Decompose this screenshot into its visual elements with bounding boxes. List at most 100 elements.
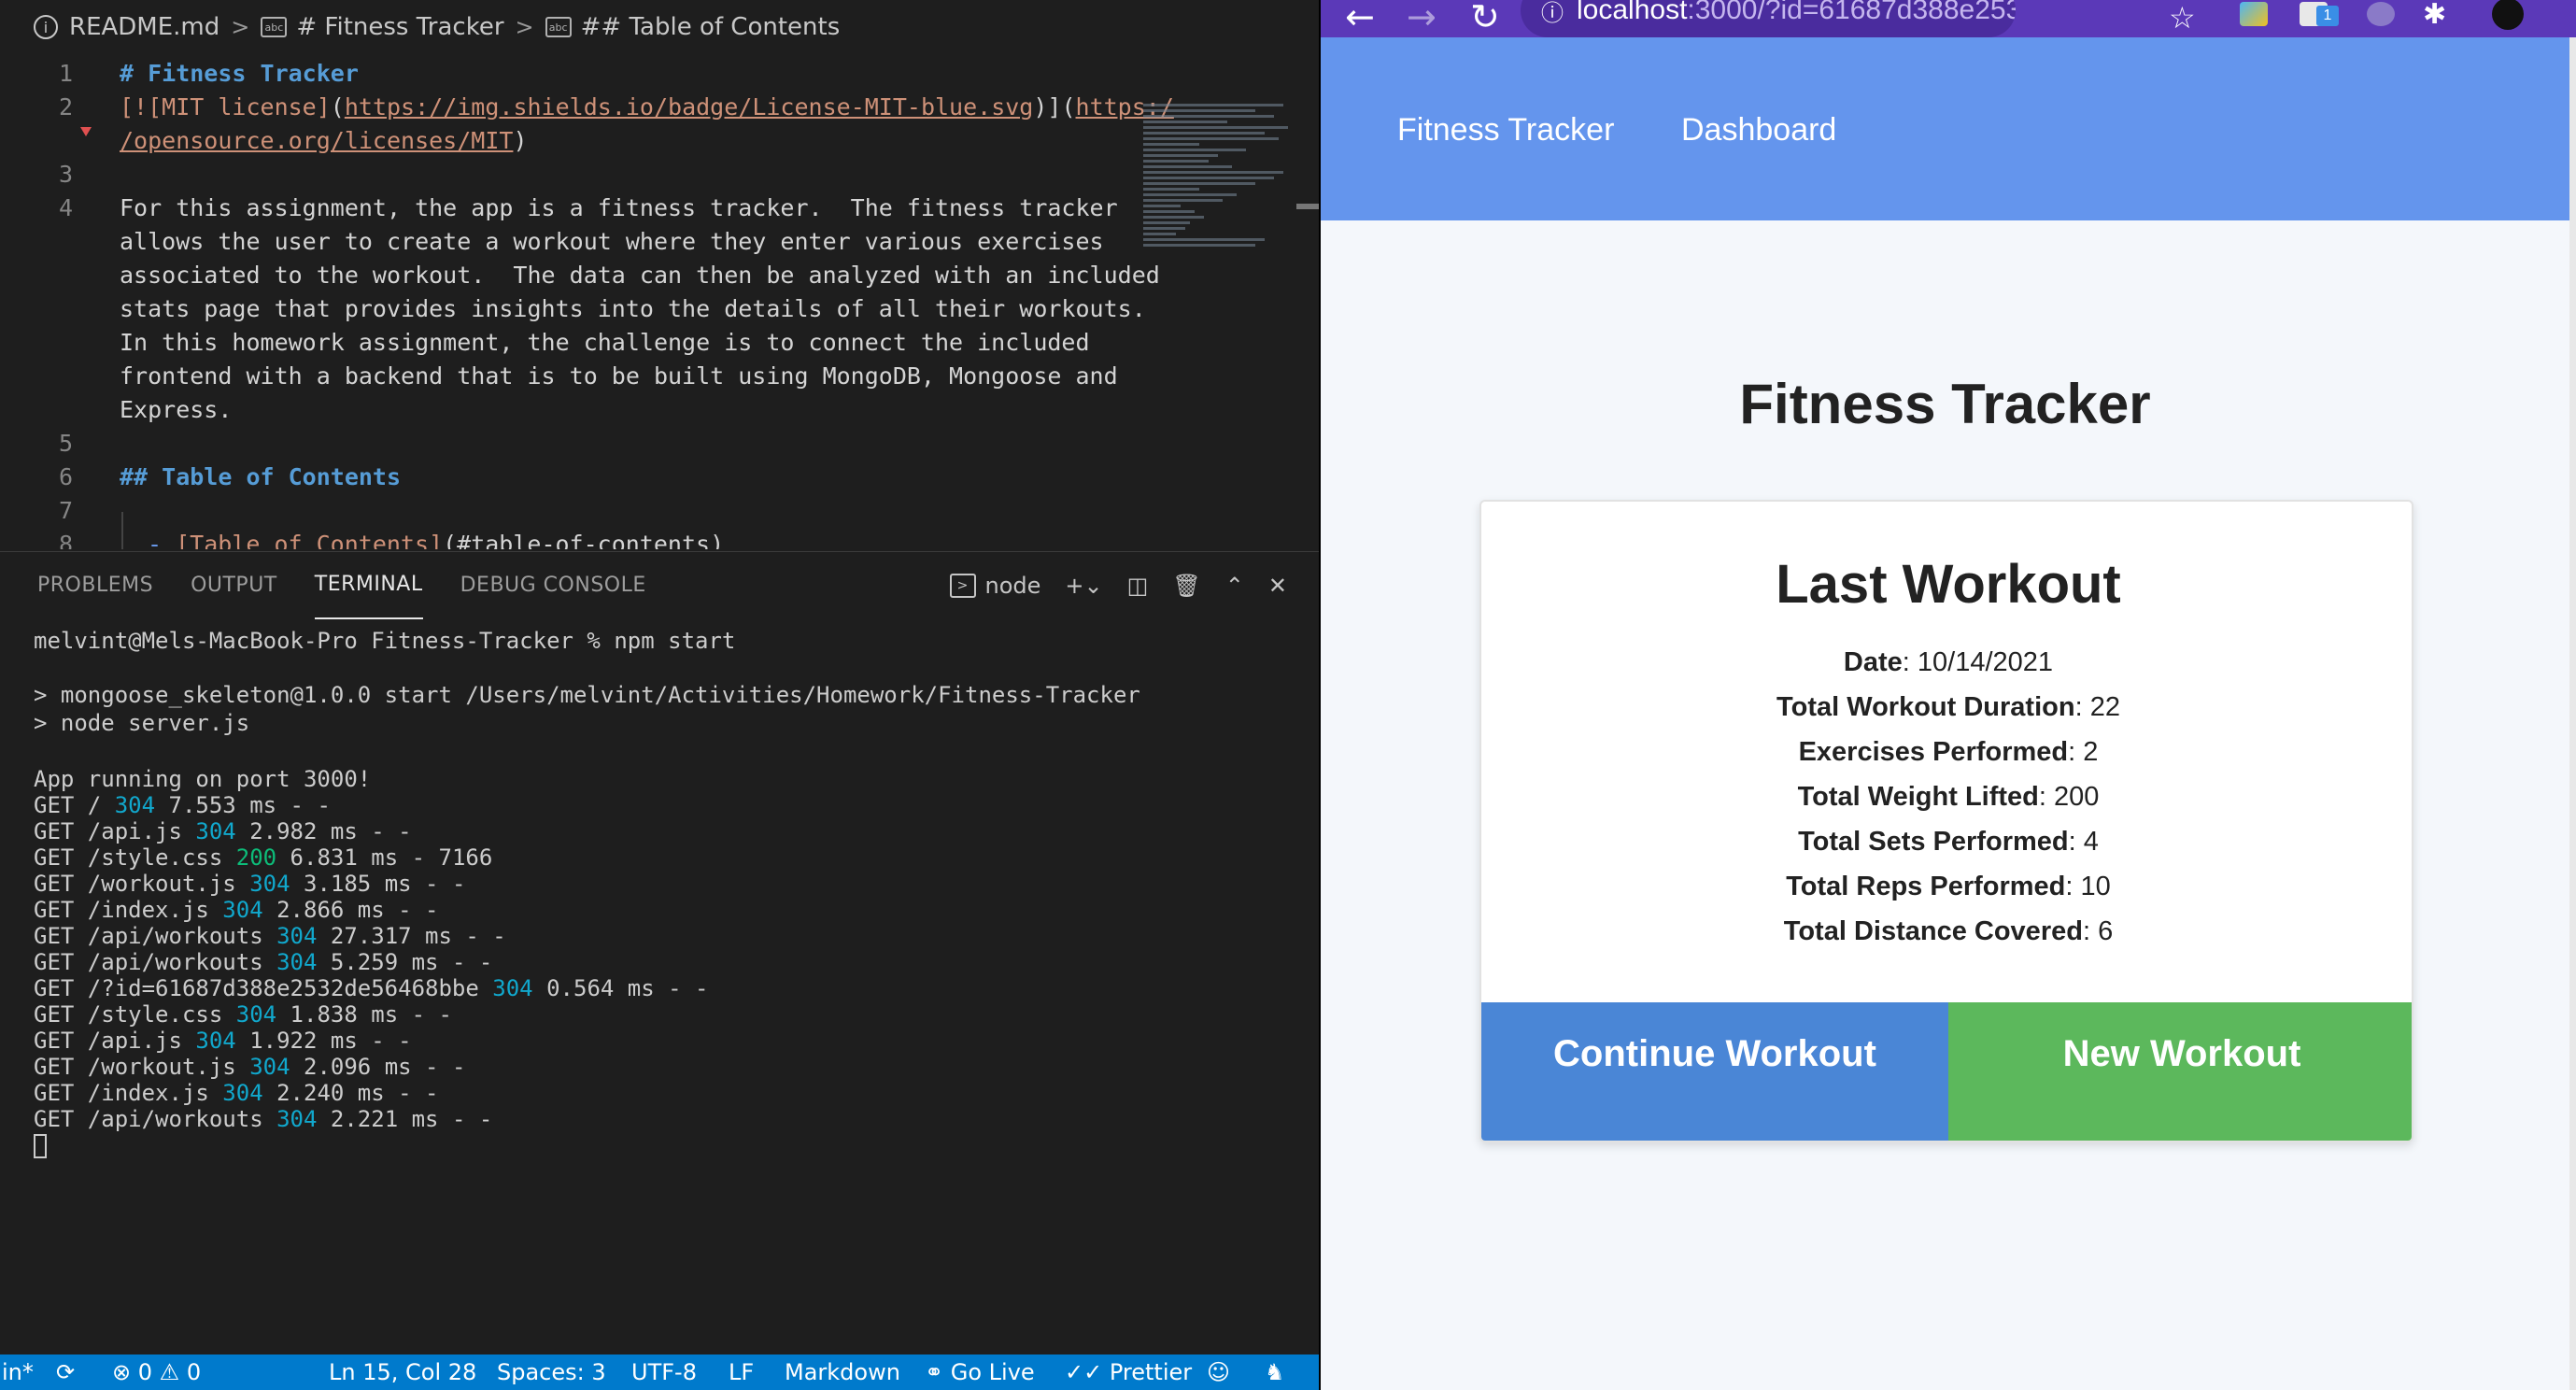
terminal-cursor — [34, 1134, 47, 1158]
request-path: GET /api/workouts — [34, 949, 277, 975]
continue-workout-button[interactable]: Continue Workout — [1481, 1002, 1948, 1141]
go-live-button[interactable]: ⚭ Go Live — [925, 1355, 1035, 1390]
editor-line-wrapped: frontend with a backend that is to be bu… — [0, 359, 1319, 392]
request-path: GET /?id=61687d388e2532de56468bbe — [34, 975, 493, 1001]
stat-label: Total Sets Performed — [1798, 827, 2069, 857]
breadcrumb-section-1[interactable]: # Fitness Tracker — [296, 13, 503, 41]
workout-stats: Date: 10/14/2021 Total Workout Duration: … — [1481, 640, 2412, 954]
string-symbol-icon: abc — [545, 17, 572, 37]
encoding[interactable]: UTF-8 — [631, 1355, 697, 1390]
terminal-line — [34, 1132, 1313, 1158]
problems-indicator[interactable]: ⊗ 0 ⚠ 0 — [112, 1355, 201, 1390]
reload-icon[interactable]: ↻ — [1470, 0, 1500, 37]
nav-brand-link[interactable]: Fitness Tracker — [1397, 112, 1614, 149]
editor-line: 2 [![MIT license](https://img.shields.io… — [0, 90, 1319, 123]
stat-value: 2 — [2083, 737, 2099, 767]
trash-icon[interactable]: 🗑 — [1172, 573, 1200, 599]
scrollbar-marker[interactable] — [1296, 204, 1319, 209]
stat-value: 6 — [2098, 916, 2114, 946]
request-timing: 2.240 ms - - — [262, 1080, 439, 1106]
cursor-position[interactable]: Ln 15, Col 28 — [329, 1355, 476, 1390]
terminal-request-line: GET /index.js 304 2.866 ms - - — [34, 897, 1313, 923]
tab-output[interactable]: OUTPUT — [191, 552, 277, 619]
terminal-line: App running on port 3000! — [34, 766, 372, 792]
code-link[interactable]: /opensource.org/licenses/MIT — [120, 127, 513, 154]
code-text: frontend with a backend that is to be bu… — [120, 362, 1118, 390]
code-editor[interactable]: 1 # Fitness Tracker 2 [![MIT license](ht… — [0, 54, 1319, 549]
forward-arrow-icon[interactable]: → — [1407, 0, 1437, 37]
browser-window: ← → ↻ ⓘ localhost:3000/?id=61687d388e253… — [1321, 0, 2576, 1390]
breadcrumb: i README.md > abc # Fitness Tracker > ab… — [0, 0, 1319, 54]
nav-dashboard-link[interactable]: Dashboard — [1681, 112, 1836, 149]
bookmark-star-icon[interactable]: ☆ — [2169, 0, 2196, 35]
split-terminal-icon[interactable]: ◫ — [1127, 573, 1149, 599]
editor-line: 8 - [Table of Contents](#table-of-conten… — [0, 527, 1319, 550]
terminal-selector[interactable]: > node — [949, 573, 1041, 599]
bell-icon[interactable]: ♞ — [1265, 1355, 1285, 1390]
language-mode[interactable]: Markdown — [785, 1355, 900, 1390]
prettier-label: Prettier — [1109, 1359, 1193, 1385]
terminal-request-line: GET /workout.js 304 2.096 ms - - — [34, 1054, 1313, 1080]
line-ending[interactable]: LF — [729, 1355, 754, 1390]
extension-badge: 1 — [2316, 6, 2339, 26]
stat-separator: : — [2065, 872, 2081, 901]
sync-icon[interactable]: ⟳ — [56, 1355, 75, 1390]
terminal-output[interactable]: melvint@Mels-MacBook-Pro Fitness-Tracker… — [34, 618, 1313, 1356]
code-text: /opensource.org/licenses/MIT) — [120, 127, 528, 154]
breadcrumb-file[interactable]: README.md — [69, 13, 219, 41]
minimap[interactable] — [1143, 101, 1293, 437]
stat-label: Date — [1843, 647, 1903, 677]
stat-row: Total Sets Performed: 4 — [1481, 819, 2412, 864]
status-code: 304 — [195, 1028, 236, 1054]
profile-avatar[interactable] — [2492, 0, 2524, 30]
tab-debug-console[interactable]: DEBUG CONSOLE — [460, 552, 646, 619]
stat-value: 200 — [2054, 782, 2100, 812]
request-path: GET /api.js — [34, 818, 196, 844]
terminal-name: node — [984, 573, 1041, 599]
new-terminal-plus-icon[interactable]: +⌄ — [1065, 573, 1102, 599]
tab-problems[interactable]: PROBLEMS — [37, 552, 153, 619]
code-text: In this homework assignment, the challen… — [120, 328, 1090, 356]
editor-line: 6 ## Table of Contents — [0, 460, 1319, 493]
page-scrollbar[interactable] — [2569, 37, 2576, 1390]
last-workout-card: Last Workout Date: 10/14/2021 Total Worko… — [1479, 500, 2413, 1142]
extension-icon[interactable] — [2240, 2, 2268, 26]
stat-label: Total Distance Covered — [1783, 916, 2083, 946]
editor-line: 1 # Fitness Tracker — [0, 56, 1319, 90]
stat-row: Total Reps Performed: 10 — [1481, 864, 2412, 909]
stat-separator: : — [2068, 737, 2084, 767]
status-code: 200 — [235, 844, 277, 871]
site-navbar: Fitness Tracker Dashboard — [1321, 37, 2569, 220]
editor-line-wrapped: /opensource.org/licenses/MIT) — [0, 123, 1319, 157]
close-icon[interactable]: ✕ — [1268, 573, 1287, 599]
prettier-button[interactable]: ✓✓ Prettier — [1065, 1355, 1192, 1390]
stat-row: Total Distance Covered: 6 — [1481, 909, 2412, 954]
terminal-line: > mongoose_skeleton@1.0.0 start /Users/m… — [34, 682, 1140, 708]
status-code: 304 — [249, 1054, 290, 1080]
puzzle-icon[interactable]: ✱ — [2423, 0, 2446, 31]
stat-separator: : — [2082, 916, 2099, 946]
back-arrow-icon[interactable]: ← — [1345, 0, 1375, 37]
breadcrumb-section-2[interactable]: ## Table of Contents — [581, 13, 841, 41]
feedback-icon[interactable]: ☺ — [1207, 1355, 1230, 1390]
editor-line: 7 — [0, 493, 1319, 527]
address-bar[interactable]: ⓘ localhost:3000/?id=61687d388e2532de56.… — [1521, 0, 2016, 37]
site-info-icon[interactable]: ⓘ — [1541, 0, 1564, 27]
panel-tabs: PROBLEMS OUTPUT TERMINAL DEBUG CONSOLE >… — [0, 551, 1319, 619]
terminal-request-line: GET /workout.js 304 3.185 ms - - — [34, 871, 1313, 897]
indentation[interactable]: Spaces: 3 — [497, 1355, 606, 1390]
git-branch[interactable]: in* — [2, 1355, 34, 1390]
editor-line-wrapped: stats page that provides insights into t… — [0, 291, 1319, 325]
tab-terminal[interactable]: TERMINAL — [314, 552, 423, 619]
stat-label: Exercises Performed — [1798, 737, 2069, 767]
code-link[interactable]: https://img.shields.io/badge/License-MIT… — [345, 93, 1034, 121]
editor-line-wrapped: Express. — [0, 392, 1319, 426]
extension-icon[interactable] — [2367, 2, 2395, 26]
chevron-right-icon: > — [515, 14, 534, 40]
go-live-label: Go Live — [950, 1359, 1035, 1385]
chevron-up-icon[interactable]: ⌃ — [1225, 573, 1244, 599]
stat-value: 4 — [2083, 827, 2099, 857]
request-timing: 6.831 ms - 7166 — [276, 844, 493, 871]
code-text: - [Table of Contents](#table-of-contents… — [148, 531, 724, 550]
new-workout-button[interactable]: New Workout — [1948, 1002, 2412, 1141]
